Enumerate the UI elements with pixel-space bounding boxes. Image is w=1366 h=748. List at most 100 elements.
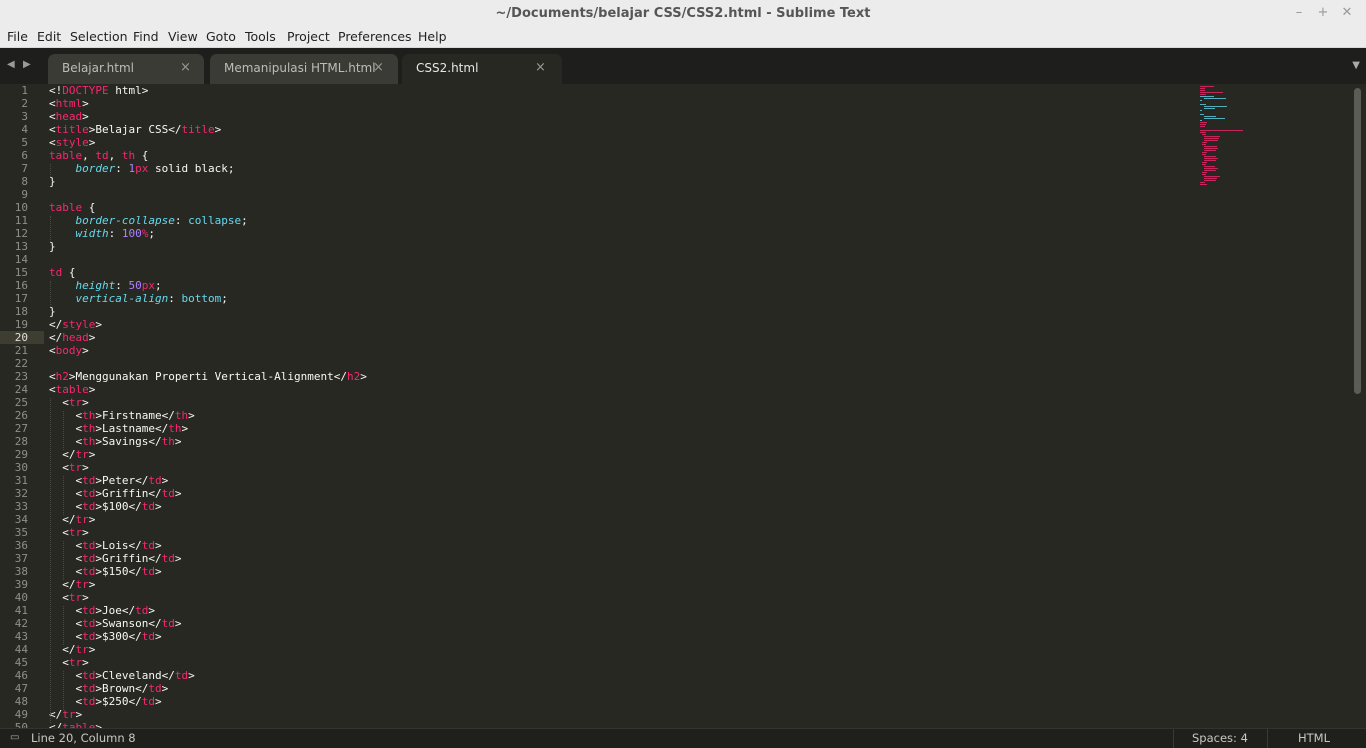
tab-close-icon[interactable]: ×	[535, 60, 546, 75]
minimap[interactable]	[1198, 84, 1338, 204]
minimap-line	[1200, 90, 1205, 91]
code-line: <td>$300</td>	[49, 630, 162, 643]
minimap-line	[1204, 136, 1220, 137]
code-line: vertical-align: bottom;	[75, 292, 228, 305]
line-number: 15	[14, 266, 28, 279]
indent-guide	[63, 606, 65, 645]
line-number: 2	[21, 97, 28, 110]
tab-label: Belajar.html	[62, 61, 134, 75]
maximize-button[interactable]: +	[1312, 3, 1334, 23]
tab-close-icon[interactable]: ×	[373, 60, 384, 75]
line-number: 6	[21, 149, 28, 162]
line-number: 38	[14, 565, 28, 578]
code-line: <!DOCTYPE html>	[49, 84, 149, 97]
line-number: 34	[14, 513, 28, 526]
tab-bar: ◀ ▶ Belajar.html × Memanipulasi HTML.htm…	[0, 48, 1366, 84]
minimap-line	[1204, 166, 1215, 167]
minimap-line	[1204, 138, 1219, 139]
code-editor[interactable]: 1 2 3 4 5 6 7 8 9 10 11 12 13 14 15 16 17 18 19 20 21 22 23 24 2…	[0, 84, 1366, 728]
close-window-button[interactable]: ✕	[1336, 3, 1358, 23]
tab-close-icon[interactable]: ×	[180, 60, 191, 75]
minimap-line	[1200, 184, 1207, 185]
line-number: 50	[14, 721, 28, 728]
indentation-setting[interactable]: Spaces: 4	[1192, 731, 1248, 745]
minimap-line	[1200, 94, 1206, 95]
minimap-line	[1200, 122, 1207, 123]
line-number: 46	[14, 669, 28, 682]
menu-view[interactable]: View	[168, 29, 198, 44]
minimap-line	[1204, 178, 1217, 179]
line-number: 5	[21, 136, 28, 149]
indent-guide	[50, 281, 51, 307]
menu-edit[interactable]: Edit	[37, 29, 61, 44]
line-number: 24	[14, 383, 28, 396]
menu-tools[interactable]: Tools	[245, 29, 276, 44]
line-number: 31	[14, 474, 28, 487]
minimap-line	[1202, 164, 1206, 165]
minimap-line	[1200, 126, 1205, 127]
line-number: 4	[21, 123, 28, 136]
minimap-line	[1202, 172, 1207, 173]
line-number: 27	[14, 422, 28, 435]
indent-guide	[63, 411, 65, 450]
line-number: 43	[14, 630, 28, 643]
tab-forward-arrow-icon[interactable]: ▶	[23, 59, 31, 70]
minimap-line	[1204, 156, 1216, 157]
line-number: 39	[14, 578, 28, 591]
line-number: 17	[14, 292, 28, 305]
line-number: 9	[21, 188, 28, 201]
indent-guide	[63, 671, 65, 710]
line-number: 41	[14, 604, 28, 617]
minimap-line	[1200, 120, 1202, 121]
line-number: 30	[14, 461, 28, 474]
menu-goto[interactable]: Goto	[206, 29, 236, 44]
tab-memanipulasi-html[interactable]: Memanipulasi HTML.html ×	[210, 54, 398, 84]
menu-find[interactable]: Find	[133, 29, 159, 44]
minimap-line	[1204, 108, 1215, 109]
line-number: 8	[21, 175, 28, 188]
code-line: <th>Lastname</th>	[49, 422, 189, 435]
code-line: </tr>	[49, 578, 96, 591]
minimap-line	[1200, 92, 1223, 93]
syntax-setting[interactable]: HTML	[1298, 731, 1330, 745]
menu-help[interactable]: Help	[418, 29, 447, 44]
code-line: height: 50px;	[75, 279, 162, 292]
minimap-line	[1200, 100, 1202, 101]
line-number: 3	[21, 110, 28, 123]
line-number: 47	[14, 682, 28, 695]
line-number: 12	[14, 227, 28, 240]
tab-belajar-html[interactable]: Belajar.html ×	[48, 54, 204, 84]
vertical-scrollbar[interactable]	[1354, 88, 1361, 394]
minimap-line	[1204, 140, 1218, 141]
code-line: <td>$250</td>	[49, 695, 162, 708]
minimap-line	[1202, 152, 1207, 153]
tab-css2-html[interactable]: CSS2.html ×	[402, 54, 562, 84]
code-area[interactable]: <!DOCTYPE html> <html> <head> <title>Belaja…	[49, 84, 1189, 728]
minimize-button[interactable]: –	[1288, 3, 1310, 23]
menu-selection[interactable]: Selection	[70, 29, 128, 44]
code-line: </tr>	[49, 708, 83, 721]
minimap-line	[1200, 132, 1206, 133]
line-number: 16	[14, 279, 28, 292]
menu-file[interactable]: File	[7, 29, 28, 44]
line-number: 42	[14, 617, 28, 630]
code-line: width: 100%;	[75, 227, 156, 240]
code-line: table, td, th {	[49, 149, 149, 162]
code-line: <body>	[49, 344, 89, 357]
minimap-line	[1200, 114, 1204, 115]
line-number: 33	[14, 500, 28, 513]
minimap-line	[1202, 134, 1206, 135]
window-title: ~/Documents/belajar CSS/CSS2.html - Subl…	[495, 6, 871, 21]
tab-overflow-icon[interactable]: ▼	[1352, 60, 1360, 71]
minimap-line	[1200, 96, 1214, 97]
menu-project[interactable]: Project	[287, 29, 330, 44]
code-line: </style>	[49, 318, 102, 331]
panel-toggle-icon[interactable]: ▭	[10, 732, 19, 743]
minimap-line	[1200, 86, 1214, 87]
line-number: 11	[14, 214, 28, 227]
minimap-line	[1204, 148, 1218, 149]
tab-back-arrow-icon[interactable]: ◀	[7, 59, 15, 70]
indent-guide	[50, 216, 51, 242]
tab-label: CSS2.html	[416, 61, 479, 75]
menu-preferences[interactable]: Preferences	[338, 29, 412, 44]
